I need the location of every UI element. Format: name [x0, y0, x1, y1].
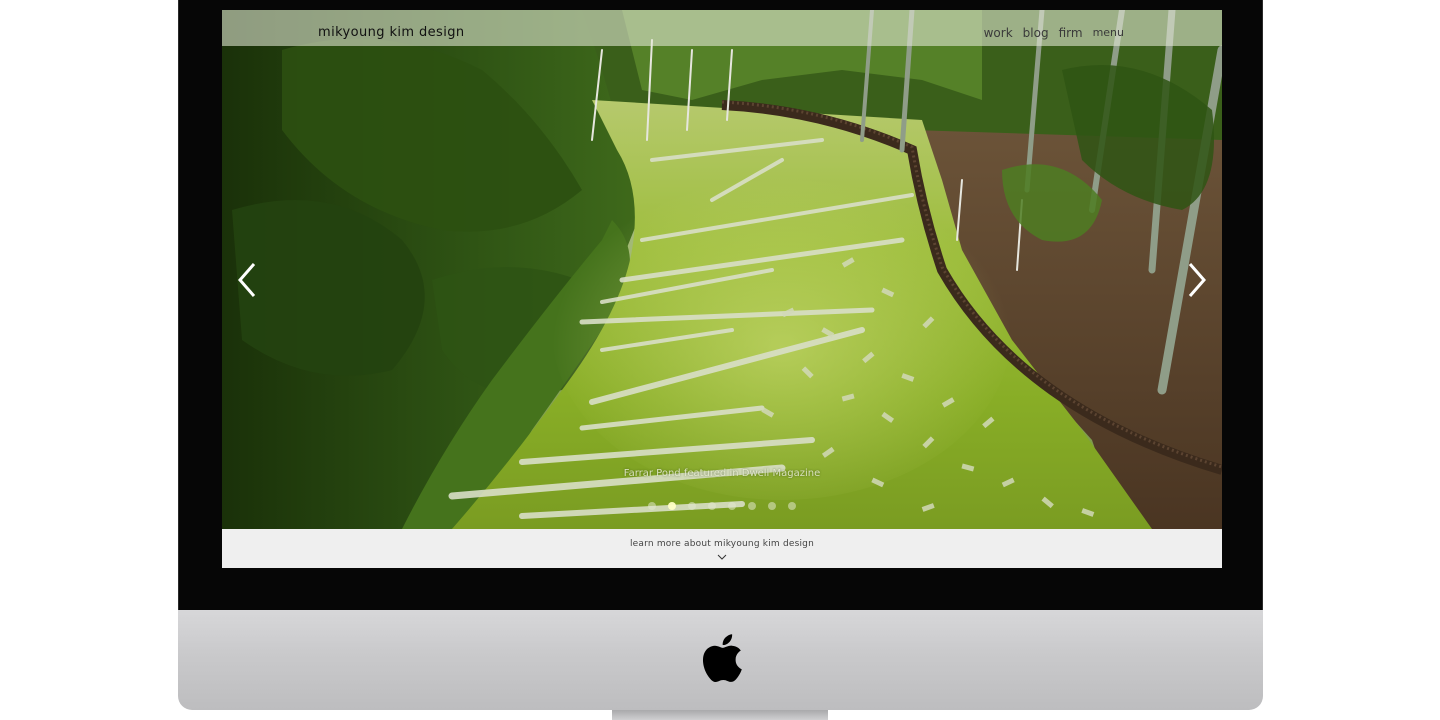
nav-menu[interactable]: menu — [1093, 26, 1124, 40]
slide-dot[interactable] — [748, 502, 756, 510]
slide-dot[interactable] — [708, 502, 716, 510]
slide-dot[interactable] — [728, 502, 736, 510]
nav-blog[interactable]: blog — [1023, 26, 1049, 40]
slide-dot[interactable] — [648, 502, 656, 510]
apple-logo-icon — [702, 634, 742, 683]
hero-slideshow[interactable] — [222, 10, 1222, 529]
slide-dot[interactable] — [788, 502, 796, 510]
slide-dot-active[interactable] — [668, 502, 676, 510]
slide-indicators — [648, 502, 796, 510]
hero-image — [222, 10, 1222, 529]
learn-more-bar[interactable]: learn more about mikyoung kim design — [222, 529, 1222, 568]
browser-screen: mikyoung kim design work blog firm menu … — [222, 10, 1222, 568]
monitor-stand — [612, 710, 828, 720]
chevron-right-icon[interactable] — [1182, 260, 1212, 300]
site-logo[interactable]: mikyoung kim design — [318, 25, 465, 40]
nav-work[interactable]: work — [984, 26, 1013, 40]
slide-dot[interactable] — [688, 502, 696, 510]
nav-firm[interactable]: firm — [1059, 26, 1083, 40]
site-header: mikyoung kim design work blog firm menu — [222, 10, 1222, 46]
chevron-down-icon[interactable] — [717, 553, 727, 561]
main-nav: work blog firm menu — [984, 26, 1124, 40]
slide-caption[interactable]: Farrar Pond featured in Dwell Magazine — [222, 468, 1222, 479]
learn-more-link[interactable]: learn more about mikyoung kim design — [222, 539, 1222, 549]
chevron-left-icon[interactable] — [232, 260, 262, 300]
slide-dot[interactable] — [768, 502, 776, 510]
